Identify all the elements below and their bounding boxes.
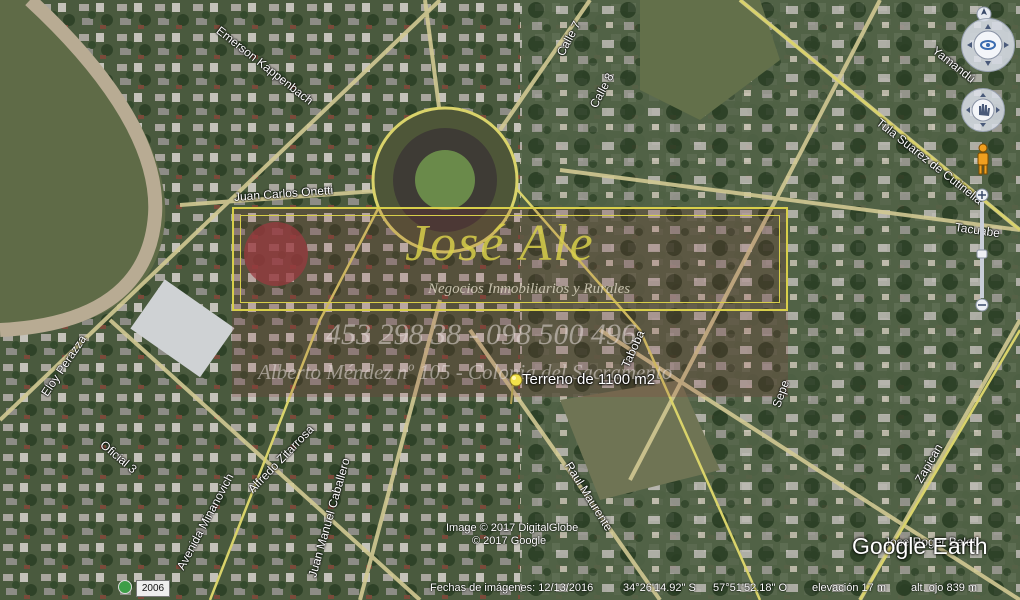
watermark-subtitle: Negocios Inmobiliarios y Rurales: [428, 281, 631, 297]
watermark-logo: [244, 222, 308, 286]
watermark-phone: 453 298 38 - 098 500 496: [326, 318, 636, 351]
street-view-person-icon[interactable]: [973, 142, 993, 176]
look-around-icon: [967, 24, 1009, 66]
imagery-copyright: Image © 2017 DigitalGlobe: [446, 522, 579, 534]
zoom-slider[interactable]: [975, 188, 989, 312]
watermark-name: José Ale: [405, 215, 595, 272]
placemark-label[interactable]: Terreno de 1100 m2: [522, 371, 655, 388]
eye-altitude-readout: alt. ojo 839 m: [911, 582, 978, 594]
look-around-control[interactable]: [961, 18, 1015, 72]
zoom-out-icon[interactable]: [975, 298, 989, 312]
historical-imagery-clock-icon[interactable]: [118, 580, 132, 594]
map-view[interactable]: Emerson Kappenbach Calle 7 Calle 8 Yaman…: [0, 0, 1020, 600]
latitude-readout: 34°26'14.92" S: [623, 582, 696, 594]
zoom-in-icon[interactable]: [975, 188, 989, 202]
imagery-date: Fechas de imágenes: 12/13/2016: [430, 582, 594, 594]
move-control[interactable]: [961, 88, 1005, 132]
move-hand-icon: [966, 93, 1000, 127]
historical-imagery-year[interactable]: 2006: [136, 580, 170, 597]
google-copyright: © 2017 Google: [472, 535, 547, 547]
elevation-readout: elevación 17 m: [812, 582, 886, 594]
google-earth-logo: Google Earth: [852, 533, 988, 559]
longitude-readout: 57°51'52.18" O: [713, 582, 788, 594]
